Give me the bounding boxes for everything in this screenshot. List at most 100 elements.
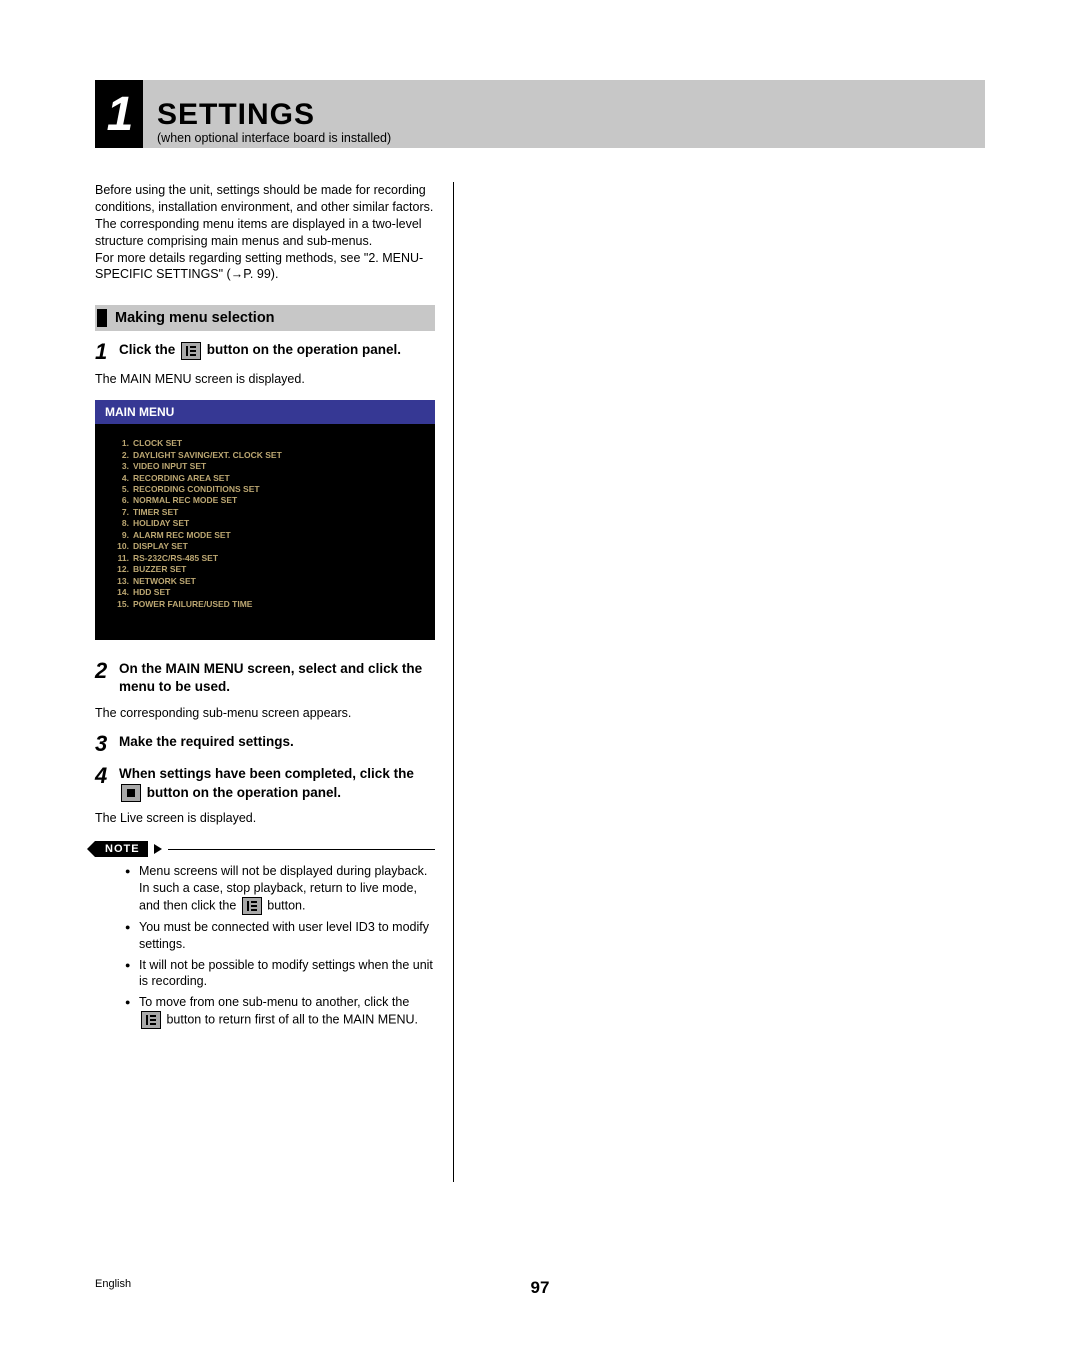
main-menu-item-num: 4. [113, 473, 133, 484]
main-menu-item-text: TIMER SET [133, 507, 178, 518]
main-menu-screenshot: MAIN MENU 1.CLOCK SET2.DAYLIGHT SAVING/E… [95, 400, 435, 640]
main-menu-item-num: 8. [113, 518, 133, 529]
main-menu-item-text: NETWORK SET [133, 576, 196, 587]
note-header: NOTE [95, 841, 435, 857]
main-menu-item-text: ALARM REC MODE SET [133, 530, 231, 541]
main-menu-item-num: 5. [113, 484, 133, 495]
main-menu-item: 6.NORMAL REC MODE SET [113, 495, 417, 506]
right-column [453, 182, 812, 1182]
main-menu-item: 15.POWER FAILURE/USED TIME [113, 599, 417, 610]
step-1-post: button on the operation panel. [207, 342, 401, 357]
main-menu-item-num: 6. [113, 495, 133, 506]
stop-icon [121, 784, 141, 802]
main-menu-item-num: 1. [113, 438, 133, 449]
main-menu-item-text: RECORDING CONDITIONS SET [133, 484, 260, 495]
note-triangle-icon [154, 844, 162, 854]
main-menu-item: 7.TIMER SET [113, 507, 417, 518]
footer-page-number: 97 [531, 1278, 550, 1298]
main-menu-item-text: CLOCK SET [133, 438, 182, 449]
step-4-num: 4 [95, 765, 119, 787]
main-menu-item: 14.HDD SET [113, 587, 417, 598]
main-menu-item: 11.RS-232C/RS-485 SET [113, 553, 417, 564]
step-2-body: The corresponding sub-menu screen appear… [95, 705, 435, 722]
main-menu-item-num: 7. [113, 507, 133, 518]
menu-icon [141, 1011, 161, 1029]
section-header: Making menu selection [95, 305, 435, 331]
main-menu-item: 2.DAYLIGHT SAVING/EXT. CLOCK SET [113, 450, 417, 461]
step-4-post: button on the operation panel. [147, 785, 341, 800]
note-label: NOTE [95, 841, 148, 857]
step-2: 2 On the MAIN MENU screen, select and cl… [95, 660, 435, 721]
main-menu-item-num: 9. [113, 530, 133, 541]
main-menu-item: 9.ALARM REC MODE SET [113, 530, 417, 541]
step-3-num: 3 [95, 733, 119, 755]
note-item-2: You must be connected with user level ID… [125, 919, 435, 953]
main-menu-item: 5.RECORDING CONDITIONS SET [113, 484, 417, 495]
step-1: 1 Click the button on the operation pane… [95, 341, 435, 388]
step-4-pre: When settings have been completed, click… [119, 766, 414, 781]
section-title: Making menu selection [115, 310, 275, 326]
main-menu-item-num: 11. [113, 553, 133, 564]
note-rule [168, 849, 435, 850]
main-menu-item-num: 15. [113, 599, 133, 610]
menu-icon [181, 342, 201, 360]
note-item-4: To move from one sub-menu to another, cl… [125, 994, 435, 1029]
page-footer: English 97 [95, 1278, 985, 1290]
step-4-text: When settings have been completed, click… [119, 765, 435, 802]
intro-p2: For more details regarding setting metho… [95, 251, 423, 282]
note-4-post: button to return first of all to the MAI… [166, 1012, 417, 1026]
chapter-header: 1 SETTINGS (when optional interface boar… [95, 80, 985, 148]
main-menu-title: MAIN MENU [95, 400, 435, 424]
chapter-subtitle: (when optional interface board is instal… [157, 132, 391, 145]
main-menu-item-num: 13. [113, 576, 133, 587]
main-menu-item-text: DAYLIGHT SAVING/EXT. CLOCK SET [133, 450, 282, 461]
main-menu-item-num: 10. [113, 541, 133, 552]
footer-language: English [95, 1278, 131, 1290]
main-menu-item-text: RECORDING AREA SET [133, 473, 230, 484]
main-menu-item: 13.NETWORK SET [113, 576, 417, 587]
main-menu-item-text: HOLIDAY SET [133, 518, 189, 529]
note-item-3: It will not be possible to modify settin… [125, 957, 435, 991]
step-3-text: Make the required settings. [119, 733, 435, 751]
main-menu-item-text: NORMAL REC MODE SET [133, 495, 237, 506]
note-1-post: button. [267, 898, 305, 912]
main-menu-item: 12.BUZZER SET [113, 564, 417, 575]
note-item-1: Menu screens will not be displayed durin… [125, 863, 435, 915]
columns: Before using the unit, settings should b… [95, 182, 985, 1182]
chapter-number: 1 [95, 80, 143, 148]
main-menu-item-text: VIDEO INPUT SET [133, 461, 206, 472]
main-menu-item: 10.DISPLAY SET [113, 541, 417, 552]
main-menu-item-num: 12. [113, 564, 133, 575]
main-menu-item-text: RS-232C/RS-485 SET [133, 553, 218, 564]
step-2-text: On the MAIN MENU screen, select and clic… [119, 660, 435, 696]
note-4-pre: To move from one sub-menu to another, cl… [139, 995, 409, 1009]
main-menu-item: 4.RECORDING AREA SET [113, 473, 417, 484]
note-list: Menu screens will not be displayed durin… [95, 863, 435, 1029]
main-menu-item-text: HDD SET [133, 587, 170, 598]
chapter-title: SETTINGS [157, 100, 391, 130]
left-column: Before using the unit, settings should b… [95, 182, 435, 1182]
intro-p1: Before using the unit, settings should b… [95, 183, 433, 248]
step-2-num: 2 [95, 660, 119, 682]
main-menu-item: 8.HOLIDAY SET [113, 518, 417, 529]
main-menu-item-num: 2. [113, 450, 133, 461]
main-menu-item-text: BUZZER SET [133, 564, 186, 575]
step-4-body: The Live screen is displayed. [95, 810, 435, 827]
intro-text: Before using the unit, settings should b… [95, 182, 435, 283]
page: 1 SETTINGS (when optional interface boar… [0, 0, 1080, 1320]
main-menu-item-num: 3. [113, 461, 133, 472]
menu-icon [242, 897, 262, 915]
chapter-title-block: SETTINGS (when optional interface board … [143, 100, 391, 149]
step-1-text: Click the button on the operation panel. [119, 341, 435, 359]
step-1-num: 1 [95, 341, 119, 363]
main-menu-item: 3.VIDEO INPUT SET [113, 461, 417, 472]
step-3: 3 Make the required settings. [95, 733, 435, 755]
main-menu-item-num: 14. [113, 587, 133, 598]
main-menu-item-text: POWER FAILURE/USED TIME [133, 599, 252, 610]
step-4: 4 When settings have been completed, cli… [95, 765, 435, 827]
main-menu-item: 1.CLOCK SET [113, 438, 417, 449]
main-menu-item-text: DISPLAY SET [133, 541, 188, 552]
step-1-pre: Click the [119, 342, 179, 357]
main-menu-list: 1.CLOCK SET2.DAYLIGHT SAVING/EXT. CLOCK … [95, 424, 435, 640]
step-1-body: The MAIN MENU screen is displayed. [95, 371, 435, 388]
